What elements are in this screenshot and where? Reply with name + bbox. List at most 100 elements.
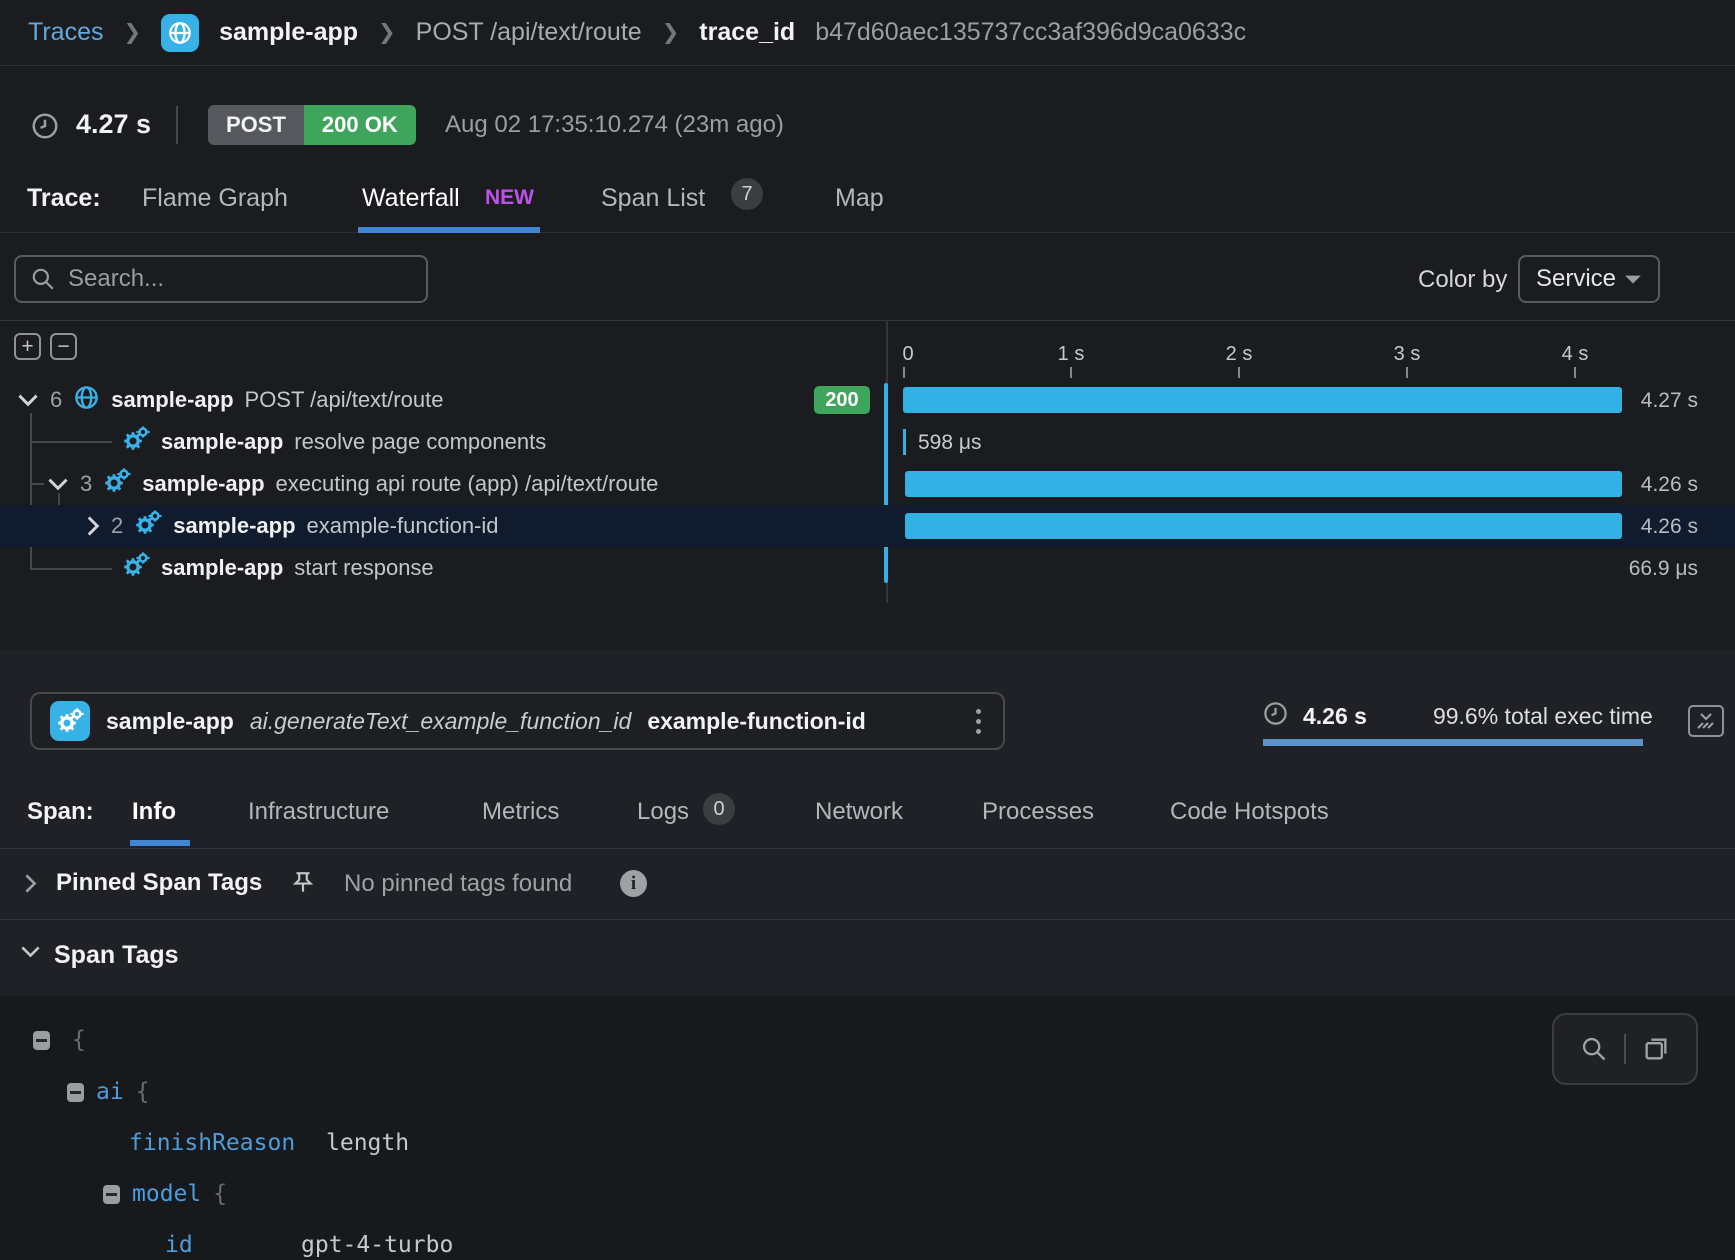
trace-timestamp: Aug 02 17:35:10.274 (23m ago) <box>445 111 784 139</box>
chevron-right-icon: ❯ <box>378 20 396 45</box>
span-operation: POST /api/text/route <box>245 387 444 413</box>
active-tab-underline <box>358 227 540 233</box>
descendant-count: 6 <box>50 387 62 413</box>
status-badge: 200 OK <box>304 105 416 145</box>
chevron-down-icon[interactable] <box>47 477 69 491</box>
json-row-ai: ai { <box>67 1075 150 1109</box>
span-duration: 598 μs <box>918 431 981 455</box>
tab-waterfall[interactable]: Waterfall <box>362 184 460 213</box>
breadcrumb-traces-link[interactable]: Traces <box>28 18 103 47</box>
tab-code-hotspots[interactable]: Code Hotspots <box>1170 798 1329 826</box>
span-list-count-badge: 7 <box>731 178 763 210</box>
clock-icon <box>30 111 60 146</box>
active-tab-underline <box>130 840 190 846</box>
method-status-badge: POST 200 OK <box>208 105 416 145</box>
json-key[interactable]: finishReason <box>129 1130 326 1156</box>
tab-map[interactable]: Map <box>835 184 884 213</box>
json-brace: { <box>213 1181 227 1207</box>
breadcrumb-trace-id-label: trace_id <box>699 18 795 47</box>
json-brace: { <box>72 1027 86 1053</box>
waterfall-search[interactable] <box>14 255 428 303</box>
axis-tick <box>1406 367 1408 378</box>
collapse-all-button[interactable]: − <box>50 333 77 360</box>
span-row-post-api-text-route[interactable]: 6 sample-app POST /api/text/route 200 4.… <box>0 379 1735 421</box>
tab-infrastructure[interactable]: Infrastructure <box>248 798 389 826</box>
pinned-span-tags-title: Pinned Span Tags <box>56 869 262 897</box>
span-bar[interactable] <box>903 387 1622 413</box>
tab-flame-graph[interactable]: Flame Graph <box>142 184 288 213</box>
chevron-down-icon[interactable] <box>20 945 41 963</box>
json-value[interactable]: length <box>326 1130 409 1156</box>
info-icon[interactable]: i <box>620 870 647 897</box>
chevron-right-icon: ❯ <box>123 20 141 45</box>
color-by-value: Service <box>1536 265 1616 293</box>
span-service: sample-app <box>173 513 295 539</box>
axis-tick-label: 1 s <box>1058 343 1085 366</box>
gears-icon <box>122 551 150 585</box>
json-row-id: id gpt-4-turbo <box>165 1228 453 1260</box>
json-row-root: { <box>33 1023 86 1057</box>
search-icon <box>30 266 56 292</box>
color-by-select[interactable]: Service <box>1518 255 1660 303</box>
span-bar[interactable] <box>905 513 1622 539</box>
span-duration: 4.26 s <box>1641 473 1698 497</box>
color-by-label: Color by <box>1418 266 1507 294</box>
kebab-menu-icon[interactable] <box>972 705 985 738</box>
span-operation: example-function-id <box>307 513 499 539</box>
span-row-resolve-page-components[interactable]: sample-app resolve page components 598 μ… <box>0 421 1735 463</box>
chevron-right-icon[interactable] <box>86 515 100 537</box>
span-row-start-response[interactable]: sample-app start response 66.9 μs <box>0 547 1735 589</box>
json-row-finish-reason: finishReason length <box>129 1126 409 1160</box>
span-bar[interactable] <box>903 429 906 455</box>
tab-processes[interactable]: Processes <box>982 798 1094 826</box>
json-key[interactable]: ai <box>96 1079 124 1105</box>
span-card-service: sample-app <box>106 708 234 735</box>
pinned-span-tags-section[interactable]: Pinned Span Tags No pinned tags found i <box>0 849 1735 920</box>
search-icon[interactable] <box>1580 1035 1608 1063</box>
span-card-operation: ai.generateText_example_function_id <box>250 708 631 735</box>
span-bar[interactable] <box>905 471 1622 497</box>
pin-icon <box>290 870 316 901</box>
selected-span-card: sample-app ai.generateText_example_funct… <box>30 692 1005 750</box>
json-value[interactable]: gpt-4-turbo <box>301 1232 453 1258</box>
collapse-node-icon[interactable] <box>103 1185 120 1204</box>
method-badge: POST <box>208 105 304 145</box>
trace-page: Traces ❯ sample-app ❯ POST /api/text/rou… <box>0 0 1735 1260</box>
expand-all-button[interactable]: + <box>14 333 41 360</box>
axis-tick <box>903 367 905 378</box>
chevron-right-icon[interactable] <box>24 873 37 899</box>
collapse-node-icon[interactable] <box>33 1031 50 1050</box>
descendant-count: 3 <box>80 471 92 497</box>
breadcrumb: Traces ❯ sample-app ❯ POST /api/text/rou… <box>0 0 1735 66</box>
tab-logs[interactable]: Logs <box>637 798 689 826</box>
axis-tick-label: 2 s <box>1226 343 1253 366</box>
globe-icon <box>161 14 199 52</box>
search-input[interactable] <box>68 265 412 293</box>
chevron-down-icon[interactable] <box>17 393 39 407</box>
span-tags-json-view: { ai { finishReason length model { id gp… <box>0 996 1735 1260</box>
clock-icon <box>1262 700 1289 732</box>
span-tabs: Span: Info Infrastructure Metrics Logs 0… <box>0 798 1735 848</box>
trace-tabs-label: Trace: <box>27 184 101 213</box>
span-detail-panel: sample-app ai.generateText_example_funct… <box>0 650 1735 996</box>
json-key[interactable]: id <box>165 1232 301 1258</box>
span-row-executing-api-route[interactable]: 3 <box>0 463 1735 505</box>
copy-icon[interactable] <box>1642 1035 1670 1063</box>
collapse-node-icon[interactable] <box>67 1083 84 1102</box>
span-service: sample-app <box>111 387 233 413</box>
json-brace: { <box>136 1079 150 1105</box>
tab-info[interactable]: Info <box>132 798 176 826</box>
divider <box>176 106 178 144</box>
json-row-model: model { <box>103 1177 227 1211</box>
tab-span-list[interactable]: Span List <box>601 184 705 213</box>
span-row-example-function-id[interactable]: 2 <box>0 505 1735 547</box>
tab-network[interactable]: Network <box>815 798 903 826</box>
breadcrumb-service[interactable]: sample-app <box>219 18 358 47</box>
collapse-panel-icon[interactable] <box>1688 705 1724 737</box>
axis-tick-label: 0 <box>902 343 913 366</box>
tab-metrics[interactable]: Metrics <box>482 798 559 826</box>
breadcrumb-resource[interactable]: POST /api/text/route <box>416 18 642 47</box>
json-key[interactable]: model <box>132 1181 201 1207</box>
span-operation: start response <box>294 555 433 581</box>
span-tags-title: Span Tags <box>54 941 179 970</box>
